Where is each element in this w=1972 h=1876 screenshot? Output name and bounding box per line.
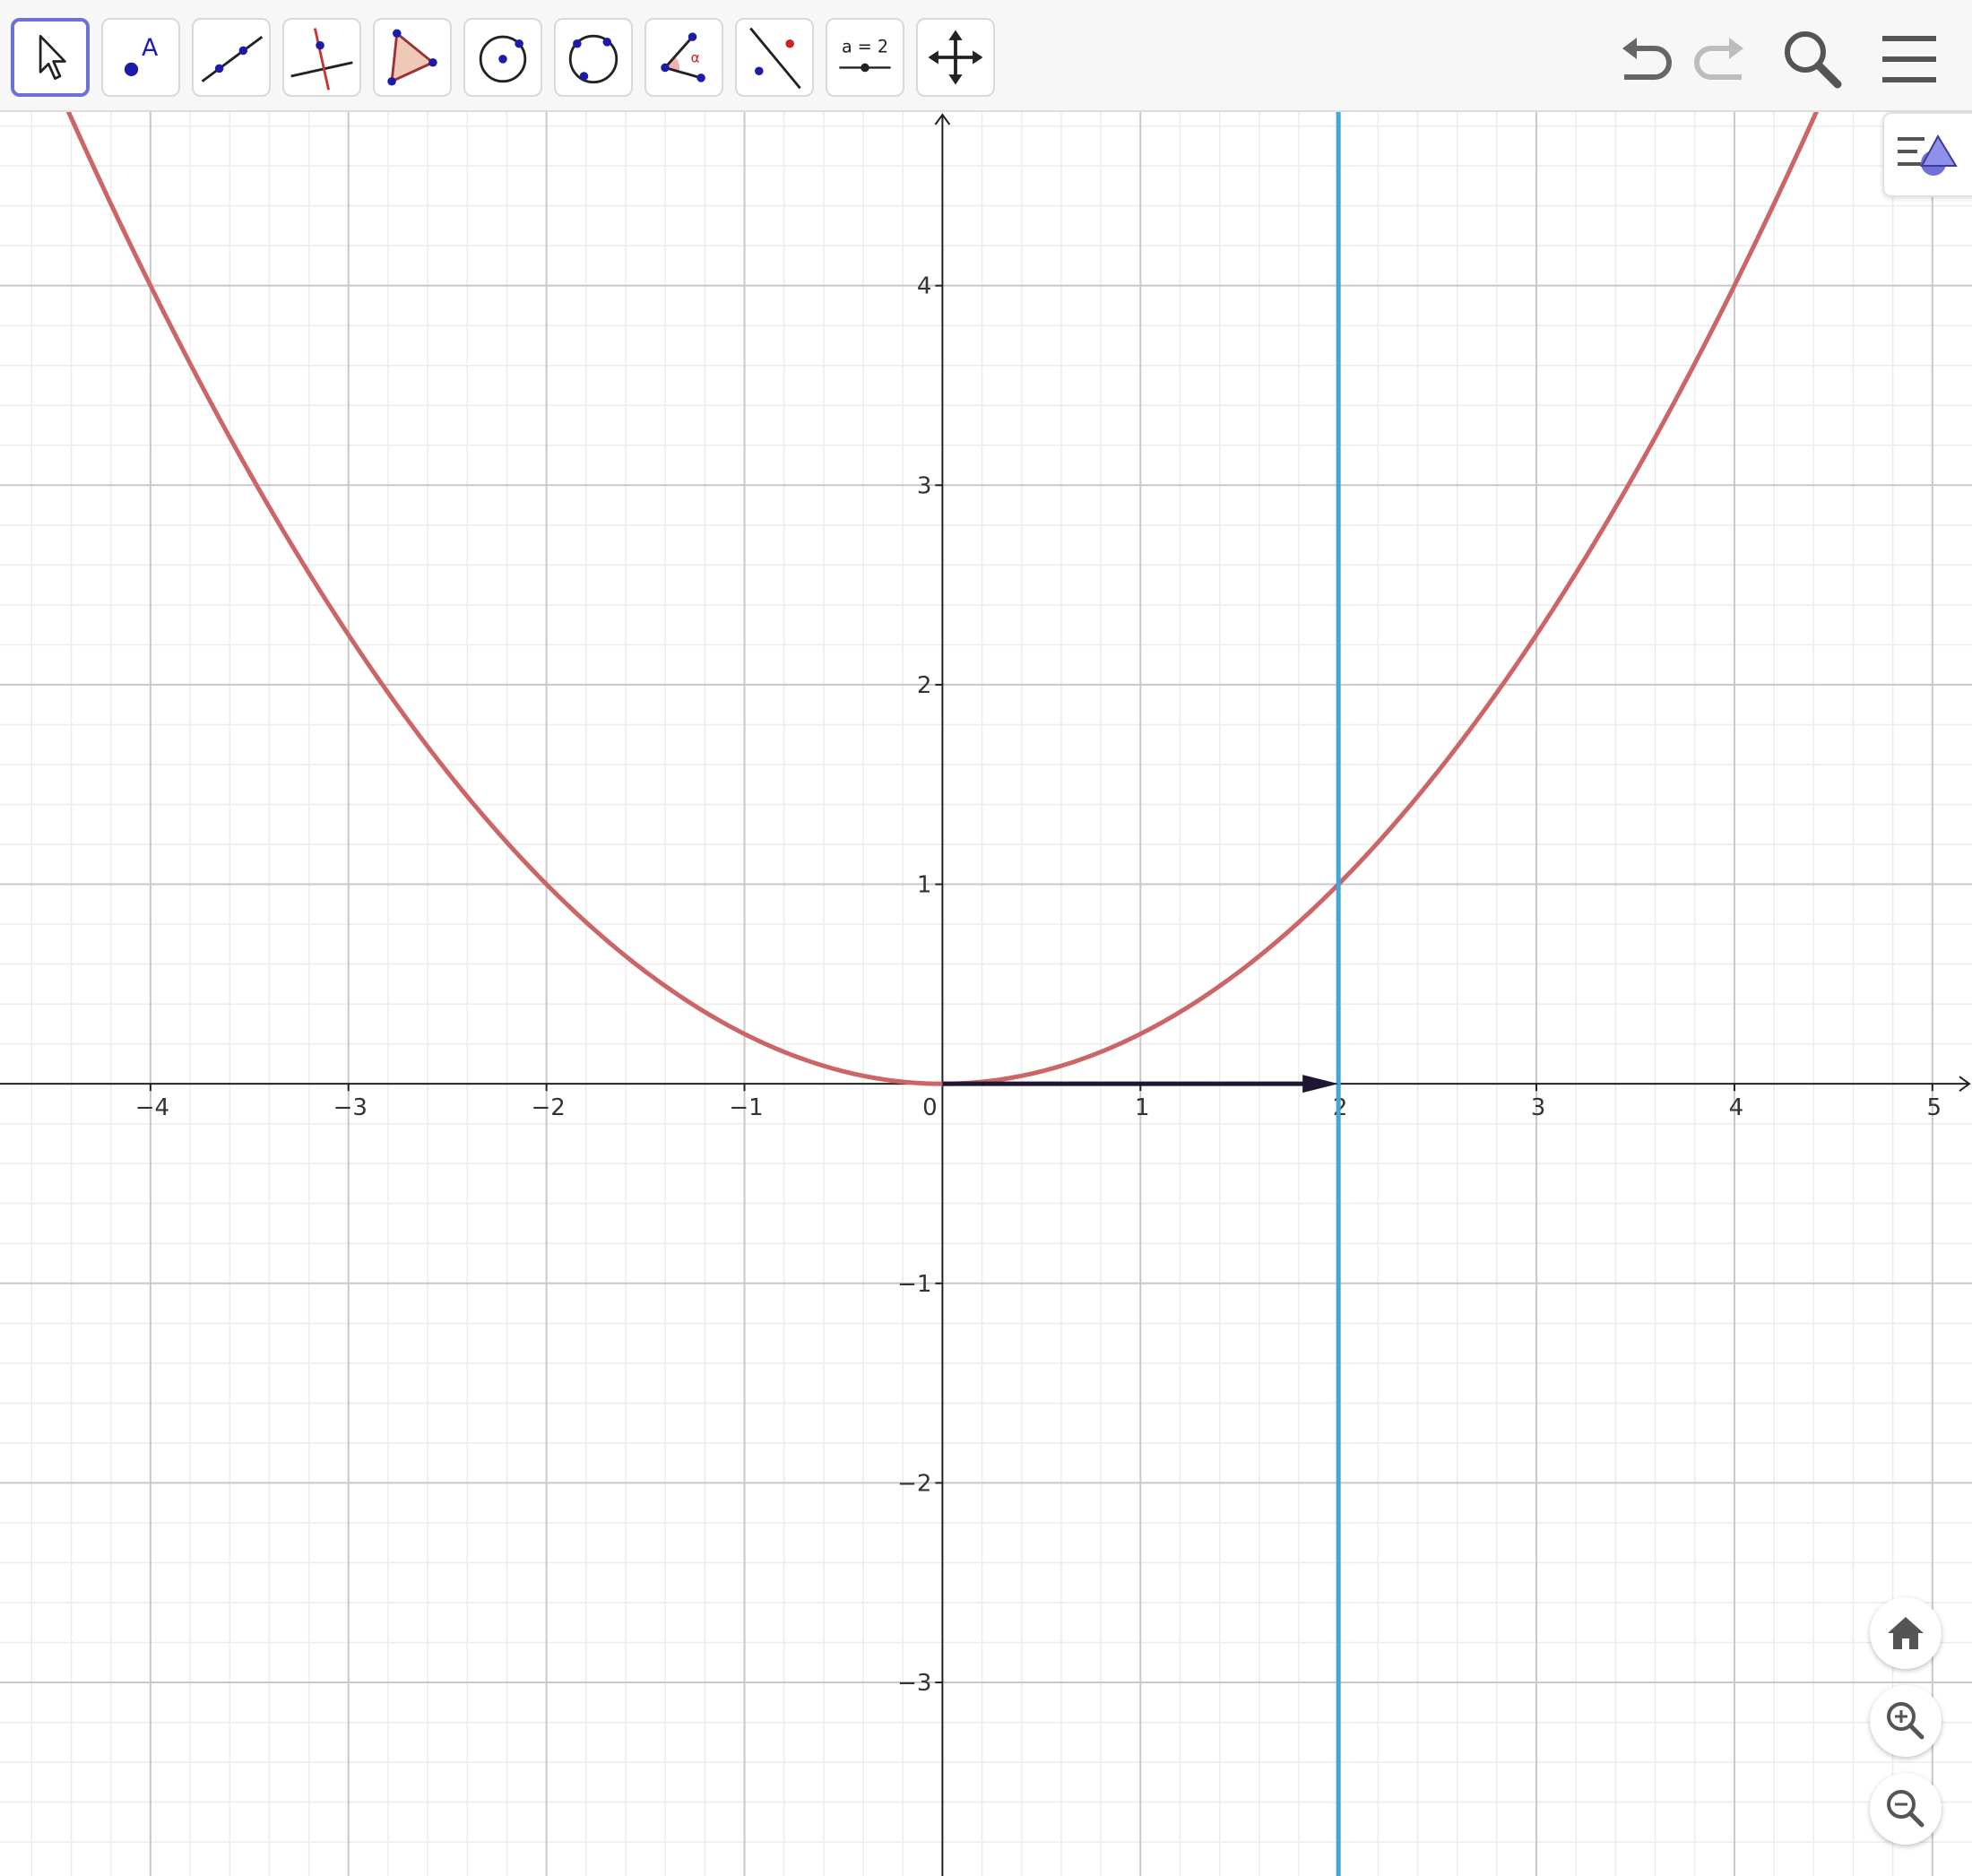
- slider-icon: a = 2: [839, 36, 891, 73]
- minor-grid: [0, 112, 1972, 1876]
- zoom-out-icon: [1887, 1790, 1924, 1828]
- x-tick-label: 3: [1531, 1094, 1546, 1121]
- y-tick-label: 3: [917, 472, 932, 499]
- y-tick-label: 2: [917, 672, 932, 699]
- circle-icon: [479, 35, 527, 83]
- x-tick-label: 1: [1135, 1094, 1150, 1121]
- zoom-out-button[interactable]: [1870, 1773, 1942, 1845]
- polygon-icon: [387, 29, 437, 86]
- search-icon: [1785, 31, 1842, 89]
- main-menu-button[interactable]: [1877, 27, 1942, 91]
- x-tick-label: −4: [135, 1094, 169, 1121]
- redo-button[interactable]: [1688, 27, 1752, 91]
- x-tick-label: 4: [1729, 1094, 1744, 1121]
- style-bar-icon: [1898, 134, 1958, 176]
- line-icon: [201, 35, 264, 82]
- angle-icon: α: [661, 32, 705, 82]
- undo-icon: [1622, 38, 1672, 80]
- x-tick-label: 5: [1927, 1094, 1942, 1121]
- geometry-objects[interactable]: [0, 112, 1972, 1876]
- y-tick-label: −2: [897, 1470, 931, 1497]
- coordinate-plane[interactable]: −4−3−2−1012345 4321−1−2−3: [0, 112, 1972, 1876]
- circle-center-point-tool[interactable]: [463, 18, 542, 97]
- move-tool[interactable]: [11, 18, 90, 97]
- menu-icon: [1882, 36, 1936, 82]
- toolbar: A α a = 2: [0, 0, 1972, 112]
- circle-three-points-tool[interactable]: [554, 18, 633, 97]
- point-tool-label: A: [142, 34, 159, 62]
- home-icon: [1888, 1617, 1924, 1649]
- major-grid: [0, 112, 1972, 1876]
- x-tick-label: −2: [531, 1094, 565, 1121]
- x-axis-tick-labels: −4−3−2−1012345: [135, 1094, 1942, 1121]
- move-graphics-view-tool[interactable]: [916, 18, 995, 97]
- reflect-icon: [749, 27, 801, 90]
- y-tick-label: 1: [917, 872, 932, 899]
- home-button[interactable]: [1870, 1597, 1942, 1669]
- slider-tool-label: a = 2: [842, 36, 888, 56]
- graphics-view[interactable]: −4−3−2−1012345 4321−1−2−3: [0, 112, 1972, 1876]
- undo-button[interactable]: [1613, 27, 1678, 91]
- style-bar-toggle[interactable]: [1882, 112, 1972, 197]
- axes: [0, 113, 1971, 1876]
- zoom-in-icon: [1887, 1702, 1924, 1740]
- y-tick-label: −1: [897, 1271, 931, 1298]
- y-tick-label: 4: [917, 273, 932, 300]
- search-button[interactable]: [1780, 27, 1845, 91]
- point-tool[interactable]: A: [101, 18, 180, 97]
- point-icon: A: [124, 34, 159, 76]
- line-tool[interactable]: [192, 18, 271, 97]
- redo-icon: [1694, 38, 1743, 80]
- angle-tool-label: α: [691, 50, 700, 66]
- y-tick-label: −3: [897, 1670, 931, 1697]
- move-arrows-icon: [928, 30, 983, 85]
- parabola-curve[interactable]: [0, 112, 1972, 1086]
- vector-arrowhead[interactable]: [1302, 1075, 1339, 1094]
- angle-tool[interactable]: α: [644, 18, 723, 97]
- circle-three-points-icon: [568, 34, 618, 84]
- reflect-tool[interactable]: [735, 18, 814, 97]
- arrow-cursor-icon: [39, 34, 66, 80]
- x-tick-label: −3: [333, 1094, 368, 1121]
- perpendicular-line-icon: [290, 28, 353, 91]
- polygon-tool[interactable]: [373, 18, 452, 97]
- perpendicular-line-tool[interactable]: [282, 18, 361, 97]
- slider-tool[interactable]: a = 2: [826, 18, 904, 97]
- x-tick-label: 0: [922, 1094, 938, 1121]
- x-tick-label: −1: [729, 1094, 763, 1121]
- zoom-in-button[interactable]: [1870, 1685, 1942, 1757]
